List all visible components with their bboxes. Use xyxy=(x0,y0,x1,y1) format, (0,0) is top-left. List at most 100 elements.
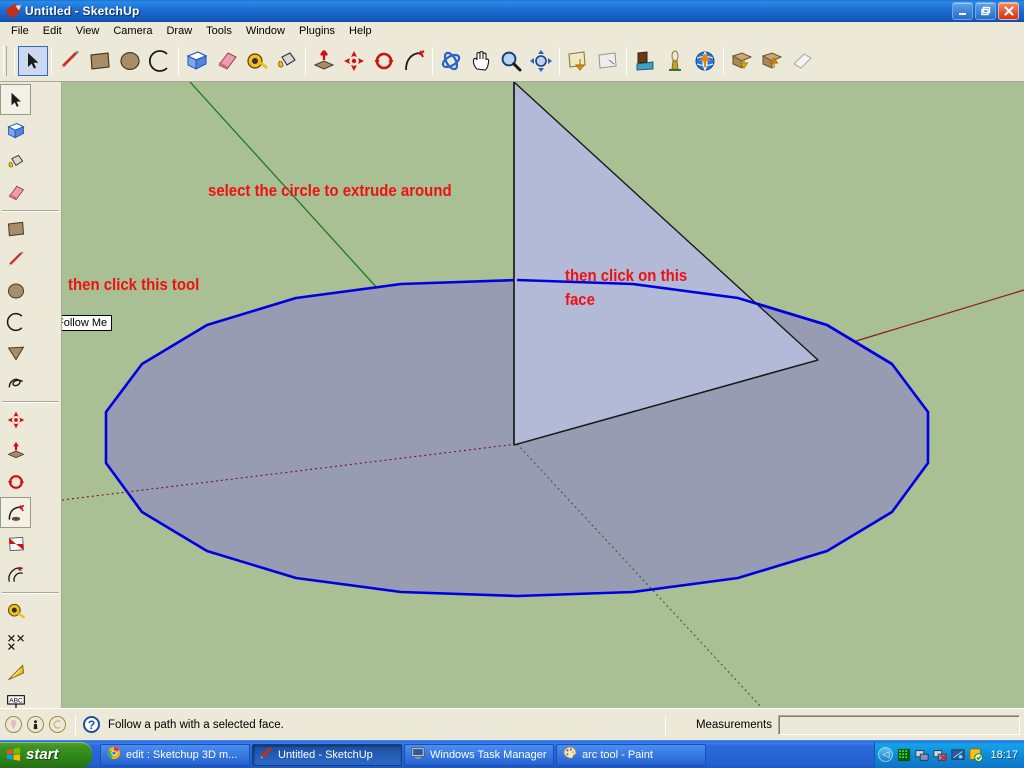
arc-tool-button[interactable] xyxy=(145,46,175,76)
menu-view[interactable]: View xyxy=(69,24,107,38)
walk-tool-button[interactable] xyxy=(660,46,690,76)
scale-tool-button-left[interactable] xyxy=(0,528,31,559)
taskbar-item-label: edit : Sketchup 3D m... xyxy=(126,748,238,761)
follow-me-tool-button[interactable] xyxy=(399,46,429,76)
offset-tool-button-left[interactable] xyxy=(0,559,31,590)
section-plane-tool-button[interactable] xyxy=(563,46,593,76)
person-shadow-icon[interactable] xyxy=(27,716,44,733)
zoom-tool-button[interactable] xyxy=(496,46,526,76)
menu-file[interactable]: File xyxy=(4,24,36,38)
menu-bar: File Edit View Camera Draw Tools Window … xyxy=(0,22,1024,40)
tape-measure-tool-button[interactable] xyxy=(242,46,272,76)
make-component-tool-button[interactable] xyxy=(182,46,212,76)
arc-tool-button-left[interactable] xyxy=(0,306,31,337)
network-disconnected-icon[interactable] xyxy=(933,748,948,762)
menu-tools[interactable]: Tools xyxy=(199,24,239,38)
freehand-tool-button-left[interactable] xyxy=(0,368,31,399)
taskbar-item-label: arc tool - Paint xyxy=(582,748,653,761)
sketchup-window: Untitled - SketchUp File Edit View Camer… xyxy=(0,0,1024,768)
annotation-click-face: then click on this face xyxy=(565,266,688,309)
start-button[interactable]: start xyxy=(0,741,92,768)
bluetooth-screen-icon[interactable] xyxy=(951,748,966,762)
close-button[interactable] xyxy=(998,2,1019,20)
shield-check-icon[interactable] xyxy=(969,747,984,762)
polygon-tool-button-left[interactable] xyxy=(0,337,31,368)
eraser-tool-button[interactable] xyxy=(212,46,242,76)
measurements-input[interactable] xyxy=(778,714,1020,735)
rotate-tool-button[interactable] xyxy=(369,46,399,76)
display-section-tool-button[interactable] xyxy=(593,46,623,76)
rectangle-tool-button[interactable] xyxy=(85,46,115,76)
measurements-area: Measurements xyxy=(664,714,1024,735)
menu-draw[interactable]: Draw xyxy=(159,24,199,38)
toolbar-separator xyxy=(723,46,724,75)
taskbar-item-label: Windows Task Manager xyxy=(430,748,547,761)
select-tool-button[interactable] xyxy=(18,45,48,76)
export-tool-button[interactable] xyxy=(757,46,787,76)
status-separator-right xyxy=(664,714,666,735)
maximize-button[interactable] xyxy=(975,2,996,20)
position-camera-tool-button[interactable] xyxy=(630,46,660,76)
orbit-tool-button[interactable] xyxy=(436,46,466,76)
network-monitor-icon[interactable] xyxy=(915,748,930,762)
credits-icon[interactable] xyxy=(49,716,66,733)
menu-edit[interactable]: Edit xyxy=(36,24,69,38)
annotation-click-tool: then click this tool xyxy=(68,275,200,294)
taskbar-clock[interactable]: 18:17 xyxy=(990,749,1018,761)
eraser-tool-button-left[interactable] xyxy=(0,177,31,208)
taskbar-item-sketchup[interactable]: Untitled - SketchUp xyxy=(252,743,402,766)
window-controls xyxy=(952,2,1022,20)
taskbar-item-chrome[interactable]: edit : Sketchup 3D m... xyxy=(100,743,250,766)
geo-location-icon[interactable] xyxy=(5,716,22,733)
taskbar-item-paint[interactable]: arc tool - Paint xyxy=(556,743,706,766)
window-title: Untitled - SketchUp xyxy=(25,4,140,18)
menu-help[interactable]: Help xyxy=(342,24,379,38)
push-pull-tool-button-left[interactable] xyxy=(0,435,31,466)
rectangle-tool-button-left[interactable] xyxy=(0,213,31,244)
menu-window[interactable]: Window xyxy=(239,24,292,38)
sketchup-pencil-icon xyxy=(259,746,273,763)
status-bar: ? Follow a path with a selected face. Me… xyxy=(0,708,1024,740)
move-tool-button-left[interactable] xyxy=(0,404,31,435)
minimize-button[interactable] xyxy=(952,2,973,20)
menu-camera[interactable]: Camera xyxy=(106,24,159,38)
monitor-icon xyxy=(411,746,425,763)
chevron-left-icon[interactable]: ◁ xyxy=(878,747,894,762)
toolbar-separator xyxy=(178,46,179,75)
menu-plugins[interactable]: Plugins xyxy=(292,24,342,38)
line-tool-button[interactable] xyxy=(55,46,85,76)
drawing-canvas[interactable]: select the circle to extrude around then… xyxy=(62,82,1024,708)
tape-measure-tool-button-left[interactable] xyxy=(0,595,31,626)
protractor-tool-button-left[interactable] xyxy=(0,657,31,688)
toolbar-grip[interactable] xyxy=(3,45,7,76)
paint-bucket-tool-button[interactable] xyxy=(272,46,302,76)
circle-tool-button-left[interactable] xyxy=(0,275,31,306)
paint-bucket-tool-button-left[interactable] xyxy=(0,146,31,177)
toolbar-separator xyxy=(51,46,52,75)
svg-text:ABC: ABC xyxy=(9,697,23,704)
chrome-icon xyxy=(107,746,121,763)
push-pull-tool-button[interactable] xyxy=(309,46,339,76)
status-message: Follow a path with a selected face. xyxy=(108,718,284,731)
zoom-extents-tool-button[interactable] xyxy=(526,46,556,76)
network-grid-icon[interactable] xyxy=(897,748,911,762)
question-mark-icon[interactable]: ? xyxy=(83,716,100,733)
move-tool-button[interactable] xyxy=(339,46,369,76)
measurements-label: Measurements xyxy=(695,718,772,731)
circle-tool-button[interactable] xyxy=(115,46,145,76)
rotate-tool-button-left[interactable] xyxy=(0,466,31,497)
dimension-tool-button-left[interactable] xyxy=(0,626,31,657)
sketchup-pencil-icon xyxy=(5,3,21,19)
face-style-tool-button[interactable] xyxy=(787,46,817,76)
toolbar-separator xyxy=(305,46,306,75)
line-tool-button-left[interactable] xyxy=(0,244,31,275)
look-around-tool-button[interactable] xyxy=(690,46,720,76)
import-tool-button[interactable] xyxy=(727,46,757,76)
status-separator xyxy=(75,714,76,735)
pan-tool-button[interactable] xyxy=(466,46,496,76)
select-tool-button-left[interactable] xyxy=(0,84,31,115)
taskbar-item-taskmanager[interactable]: Windows Task Manager xyxy=(404,743,554,766)
make-component-tool-button-left[interactable] xyxy=(0,115,31,146)
paint-palette-icon xyxy=(563,746,577,763)
follow-me-tool-button-left[interactable] xyxy=(0,497,31,528)
